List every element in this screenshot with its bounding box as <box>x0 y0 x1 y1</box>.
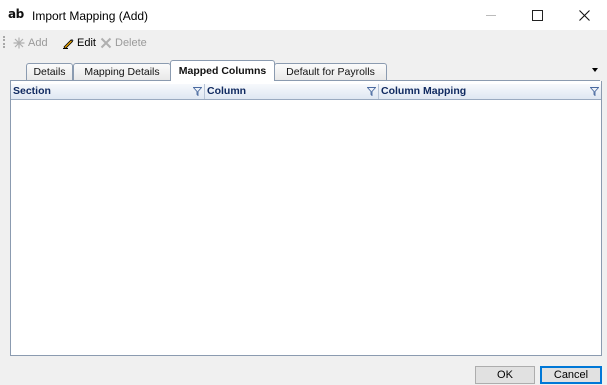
filter-icon[interactable] <box>590 87 599 96</box>
column-header-label: Column Mapping <box>381 85 467 97</box>
column-header-label: Section <box>13 85 51 97</box>
delete-label: Delete <box>115 37 147 49</box>
column-header-column[interactable]: Column <box>205 84 379 99</box>
tab-mapped-columns[interactable]: Mapped Columns <box>170 60 275 81</box>
add-button[interactable]: Add <box>13 35 48 51</box>
maximize-button[interactable] <box>514 0 560 30</box>
maximize-icon <box>531 9 543 21</box>
tab-default-for-payrolls[interactable]: Default for Payrolls <box>274 63 387 80</box>
tab-strip: Details Mapping Details Mapped Columns D… <box>10 60 602 81</box>
close-button[interactable] <box>561 0 607 30</box>
pencil-icon <box>63 39 74 49</box>
edit-label: Edit <box>77 37 96 49</box>
toolbar-grip[interactable] <box>3 36 7 48</box>
column-header-section[interactable]: Section <box>11 84 205 99</box>
filter-icon[interactable] <box>367 87 376 96</box>
edit-button[interactable]: Edit <box>62 35 96 51</box>
minimize-icon <box>486 14 496 16</box>
mapped-columns-grid: Section Column Column Mapping <box>11 84 601 355</box>
minimize-button[interactable] <box>468 0 514 30</box>
column-header-label: Column <box>207 85 247 97</box>
ok-button[interactable]: OK <box>475 366 535 384</box>
add-label: Add <box>28 37 48 49</box>
tab-list-dropdown-icon[interactable] <box>592 68 598 72</box>
filter-icon[interactable] <box>193 87 202 96</box>
tab-mapping-details[interactable]: Mapping Details <box>73 63 171 80</box>
toolbar: Add Edit Delete <box>0 31 607 53</box>
cancel-button[interactable]: Cancel <box>540 366 602 384</box>
grid-body[interactable] <box>11 100 601 355</box>
window-title: Import Mapping (Add) <box>32 9 149 23</box>
app-icon: ab <box>8 7 24 21</box>
delete-icon <box>100 37 112 49</box>
close-icon <box>578 9 590 21</box>
add-icon <box>13 37 25 49</box>
delete-button[interactable]: Delete <box>100 35 147 51</box>
title-bar: ab Import Mapping (Add) <box>0 0 607 30</box>
column-header-column-mapping[interactable]: Column Mapping <box>379 84 601 99</box>
grid-header: Section Column Column Mapping <box>11 84 601 100</box>
tab-details[interactable]: Details <box>26 63 73 80</box>
